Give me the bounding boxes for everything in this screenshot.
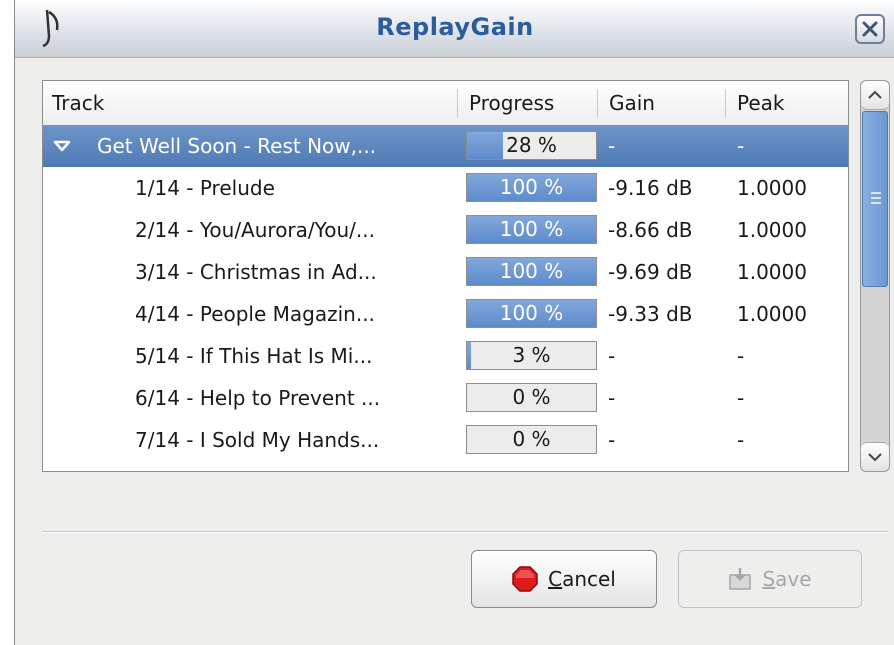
replaygain-window: ReplayGain Track Progress Gain Peak Get … — [14, 0, 894, 645]
stop-icon — [512, 565, 538, 592]
cancel-label: ancel — [562, 567, 616, 591]
save-button[interactable]: Save — [678, 550, 862, 608]
track-row[interactable]: 1/14 - Prelude 100 % -9.16 dB 1.0000 — [43, 167, 848, 209]
track-progress-bar: 100 % — [466, 173, 597, 202]
track-gain: - — [608, 386, 616, 410]
window-title: ReplayGain — [376, 13, 534, 41]
chevron-down-icon — [868, 453, 882, 462]
column-peak-header[interactable]: Peak — [725, 81, 848, 125]
track-gain: - — [608, 428, 616, 452]
progress-label: 3 % — [512, 343, 551, 367]
album-progress-bar: 28 % — [466, 131, 597, 160]
track-peak: 1.0000 — [737, 302, 807, 326]
track-gain: - — [608, 344, 616, 368]
track-row[interactable]: 3/14 - Christmas in Ad... 100 % -9.69 dB 1.… — [43, 251, 848, 293]
track-gain: -9.69 dB — [608, 260, 693, 284]
track-progress-bar: 3 % — [466, 341, 597, 370]
save-label: ave — [775, 567, 812, 591]
track-progress-bar: 100 % — [466, 215, 597, 244]
save-icon — [729, 567, 752, 590]
track-peak: - — [737, 386, 745, 410]
cancel-button[interactable]: Cancel — [471, 550, 657, 608]
track-row[interactable]: 4/14 - People Magazin... 100 % -9.33 dB 1.0… — [43, 293, 848, 335]
track-progress-bar: 0 % — [466, 425, 597, 454]
progress-label: 100 % — [499, 217, 564, 241]
track-title: 5/14 - If This Hat Is Mi... — [135, 344, 373, 368]
track-progress-bar: 100 % — [466, 257, 597, 286]
track-gain: -8.66 dB — [608, 218, 693, 242]
track-peak: - — [737, 428, 745, 452]
album-peak: - — [737, 134, 745, 158]
track-title: 7/14 - I Sold My Hands... — [135, 428, 380, 452]
scroll-down-button[interactable] — [861, 442, 889, 471]
track-title: 1/14 - Prelude — [135, 176, 275, 200]
save-mnemonic: S — [762, 567, 776, 591]
track-row[interactable]: 6/14 - Help to Prevent ... 0 % - - — [43, 377, 848, 419]
album-row[interactable]: Get Well Soon - Rest Now,... 28 % - - — [43, 125, 848, 167]
column-progress-header[interactable]: Progress — [457, 81, 597, 125]
progress-label: 0 % — [512, 427, 551, 451]
scroll-thumb[interactable] — [862, 111, 888, 287]
cancel-mnemonic: C — [548, 567, 563, 591]
progress-label: 0 % — [512, 385, 551, 409]
chevron-up-icon — [868, 90, 882, 99]
close-icon — [862, 21, 878, 37]
track-row[interactable]: 7/14 - I Sold My Hands... 0 % - - — [43, 419, 848, 461]
track-peak: 1.0000 — [737, 260, 807, 284]
track-peak: 1.0000 — [737, 218, 807, 242]
track-row[interactable]: 5/14 - If This Hat Is Mi... 3 % - - — [43, 335, 848, 377]
track-row[interactable]: 2/14 - You/Aurora/You/... 100 % -8.66 dB 1.… — [43, 209, 848, 251]
track-peak: - — [737, 344, 745, 368]
track-list[interactable]: Track Progress Gain Peak Get Well Soon -… — [42, 80, 849, 472]
track-title: 4/14 - People Magazin... — [135, 302, 375, 326]
scroll-up-button[interactable] — [861, 81, 889, 110]
progress-label: 100 % — [499, 175, 564, 199]
title-bar[interactable]: ReplayGain — [15, 0, 894, 58]
column-gain-header[interactable]: Gain — [597, 81, 725, 125]
track-gain: -9.16 dB — [608, 176, 693, 200]
track-title: 2/14 - You/Aurora/You/... — [135, 218, 375, 242]
progress-label: 28 % — [506, 133, 557, 157]
track-title: 6/14 - Help to Prevent ... — [135, 386, 381, 410]
progress-label: 100 % — [499, 259, 564, 283]
track-progress-bar: 0 % — [466, 383, 597, 412]
column-header: Track Progress Gain Peak — [43, 81, 848, 126]
progress-label: 100 % — [499, 301, 564, 325]
column-track-header[interactable]: Track — [43, 81, 457, 125]
close-button[interactable] — [855, 14, 885, 44]
separator — [42, 531, 888, 533]
track-peak: 1.0000 — [737, 176, 807, 200]
track-progress-bar: 100 % — [466, 299, 597, 328]
track-gain: -9.33 dB — [608, 302, 693, 326]
album-title: Get Well Soon - Rest Now,... — [97, 134, 377, 158]
vertical-scrollbar[interactable] — [860, 80, 890, 472]
track-title: 3/14 - Christmas in Ad... — [135, 260, 377, 284]
album-gain: - — [608, 134, 616, 158]
